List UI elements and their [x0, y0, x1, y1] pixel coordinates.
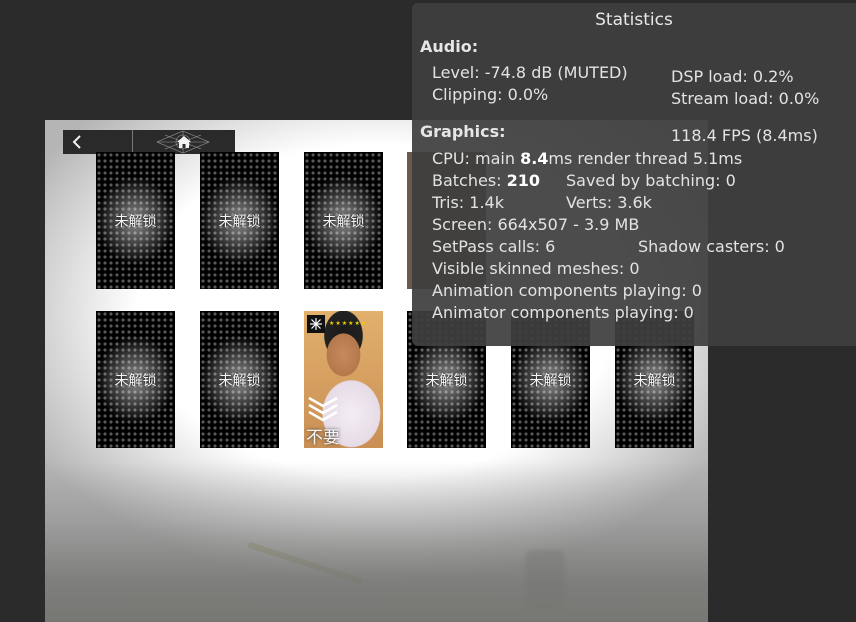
locked-label: 未解锁: [218, 213, 261, 230]
locked-card[interactable]: 未解锁: [200, 152, 279, 289]
home-button[interactable]: [133, 130, 235, 154]
locked-card[interactable]: 未解锁: [96, 311, 175, 448]
snowflake-badge-icon: [307, 315, 325, 333]
audio-clipping: Clipping: 0.0%: [432, 85, 549, 104]
locked-label: 未解锁: [218, 372, 261, 389]
statistics-panel: Statistics Audio: Level: -74.8 dB (MUTED…: [412, 3, 856, 346]
locked-label: 未解锁: [322, 213, 365, 230]
verts-count: Verts: 3.6k: [566, 193, 652, 212]
photo-caption: 不要: [306, 428, 340, 448]
background-road-streak: [247, 541, 363, 585]
locked-label: 未解锁: [114, 213, 157, 230]
locked-label: 未解锁: [425, 372, 468, 389]
setpass-calls: SetPass calls: 6: [432, 237, 556, 256]
visible-skinned-meshes: Visible skinned meshes: 0: [432, 259, 640, 278]
locked-label: 未解锁: [114, 372, 157, 389]
back-button[interactable]: [63, 130, 133, 154]
screen-info: Screen: 664x507 - 3.9 MB: [432, 215, 640, 234]
rank-chevron-icon: [308, 396, 338, 422]
tris-count: Tris: 1.4k: [432, 193, 504, 212]
locked-card[interactable]: 未解锁: [200, 311, 279, 448]
audio-level: Level: -74.8 dB (MUTED): [432, 63, 628, 82]
locked-label: 未解锁: [529, 372, 572, 389]
star-rating: ★★★★★★: [329, 320, 368, 327]
cpu-main-value: 8.4: [520, 149, 549, 168]
audio-heading: Audio:: [420, 37, 479, 56]
graphics-heading: Graphics:: [420, 122, 506, 141]
dsp-load: DSP load: 0.2%: [671, 67, 794, 86]
animator-components: Animator components playing: 0: [432, 303, 694, 322]
chevron-left-icon: [72, 135, 81, 149]
locked-label: 未解锁: [633, 372, 676, 389]
locked-card[interactable]: 未解锁: [96, 152, 175, 289]
cpu-suffix: ms render thread 5.1ms: [548, 149, 743, 168]
unlocked-photo-card[interactable]: ★★★★★★ 不要: [304, 311, 383, 448]
fps-readout: 118.4 FPS (8.4ms): [671, 126, 818, 145]
stream-load: Stream load: 0.0%: [671, 89, 820, 108]
batches: Batches: 210: [432, 171, 540, 190]
batches-prefix: Batches:: [432, 171, 507, 190]
home-icon: [177, 136, 191, 148]
locked-card[interactable]: 未解锁: [304, 152, 383, 289]
background-blur-shape: [525, 550, 565, 610]
animation-components: Animation components playing: 0: [432, 281, 702, 300]
cpu-timing: CPU: main 8.4ms render thread 5.1ms: [432, 149, 742, 168]
shadow-casters: Shadow casters: 0: [638, 237, 785, 256]
cpu-prefix: CPU: main: [432, 149, 521, 168]
batches-value: 210: [506, 171, 541, 190]
saved-by-batching: Saved by batching: 0: [566, 171, 736, 190]
statistics-title: Statistics: [595, 10, 673, 30]
top-nav-bar: [63, 130, 235, 154]
